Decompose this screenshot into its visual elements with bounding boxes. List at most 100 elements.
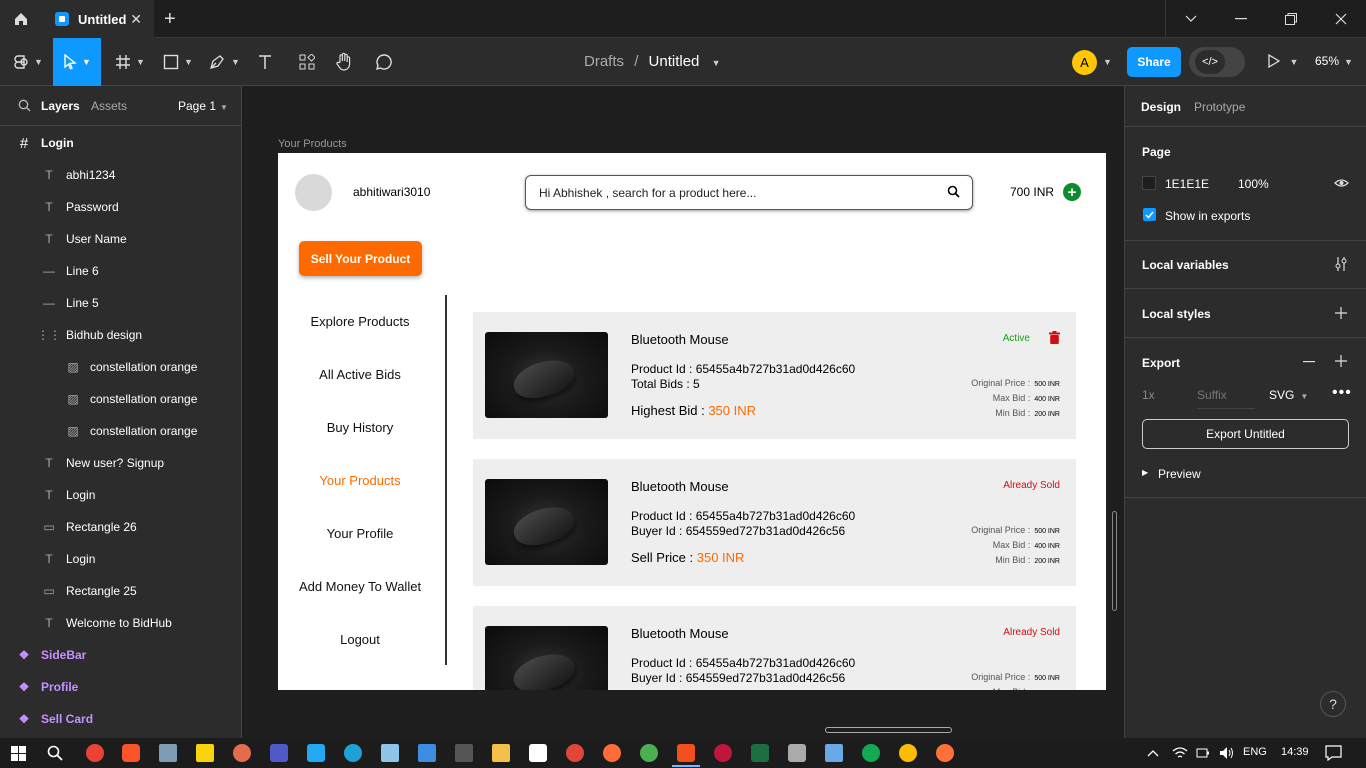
- vertical-scrollbar[interactable]: [1112, 511, 1117, 611]
- layer-item[interactable]: ⋮⋮ Bidhub design: [0, 319, 241, 351]
- terminal-icon[interactable]: [455, 744, 473, 762]
- page-color-value[interactable]: 1E1E1E: [1165, 177, 1209, 191]
- horizontal-scrollbar[interactable]: [825, 727, 952, 733]
- teams-icon[interactable]: [270, 744, 288, 762]
- layer-item[interactable]: ▭ Rectangle 26: [0, 511, 241, 543]
- product-card[interactable]: Bluetooth Mouse Product Id : 65455a4b727b…: [473, 459, 1076, 586]
- trash-icon[interactable]: [1049, 331, 1060, 344]
- plus-icon[interactable]: [1335, 355, 1347, 367]
- nav-item[interactable]: Logout: [278, 632, 442, 647]
- close-window-icon[interactable]: [1316, 0, 1366, 38]
- pen-tool[interactable]: ▼: [206, 38, 242, 86]
- eye-icon[interactable]: [1334, 178, 1349, 188]
- search-icon[interactable]: [947, 185, 960, 198]
- nav-item[interactable]: All Active Bids: [278, 367, 442, 382]
- present-button[interactable]: ▼: [1267, 53, 1298, 73]
- close-tab-icon[interactable]: ✕: [130, 11, 142, 28]
- more-options-icon[interactable]: •••: [1332, 384, 1352, 402]
- firefox-icon[interactable]: [936, 744, 954, 762]
- export-suffix-input[interactable]: Suffix: [1197, 388, 1255, 409]
- layer-item[interactable]: — Line 6: [0, 255, 241, 287]
- layer-item[interactable]: ❖ Sell Card: [0, 703, 241, 735]
- product-card[interactable]: Bluetooth Mouse Product Id : 65455a4b727b…: [473, 606, 1076, 690]
- chevron-right-icon[interactable]: ▶: [1142, 468, 1148, 477]
- folder-icon[interactable]: [492, 744, 510, 762]
- dev-mode-toggle[interactable]: </>: [1189, 47, 1245, 77]
- new-tab-button[interactable]: +: [164, 8, 176, 31]
- frame-label[interactable]: Your Products: [278, 138, 347, 150]
- share-button[interactable]: Share: [1127, 47, 1181, 77]
- layer-item[interactable]: Tabhi1234: [0, 159, 241, 191]
- layer-item[interactable]: ❖ SideBar: [0, 639, 241, 671]
- tab-layers[interactable]: Layers: [41, 99, 80, 113]
- show-in-exports-checkbox[interactable]: [1143, 208, 1156, 221]
- search-icon[interactable]: [18, 99, 31, 112]
- volume-icon[interactable]: [1219, 746, 1235, 760]
- notion-icon[interactable]: [529, 744, 547, 762]
- layer-item[interactable]: T Welcome to BidHub: [0, 607, 241, 639]
- product-card[interactable]: Bluetooth Mouse Product Id : 65455a4b727b…: [473, 312, 1076, 439]
- zoom-level[interactable]: 65% ▼: [1315, 54, 1353, 68]
- nav-item[interactable]: Add Money To Wallet: [278, 579, 442, 594]
- page-opacity-value[interactable]: 100%: [1238, 177, 1269, 191]
- dev-icon[interactable]: [714, 744, 732, 762]
- layer-item[interactable]: ▨ constellation orange: [0, 383, 241, 415]
- notifications-icon[interactable]: [1325, 745, 1342, 761]
- layer-item[interactable]: T Login: [0, 543, 241, 575]
- layer-item[interactable]: T New user? Signup: [0, 447, 241, 479]
- help-button[interactable]: ?: [1320, 691, 1346, 717]
- vscode-icon[interactable]: [307, 744, 325, 762]
- page-selector[interactable]: Page 1 ▼: [178, 99, 228, 113]
- chevron-down-icon[interactable]: [1166, 0, 1216, 38]
- wifi-icon[interactable]: [1172, 746, 1188, 760]
- chevron-up-icon[interactable]: [1147, 749, 1159, 757]
- export-scale[interactable]: 1x: [1142, 388, 1155, 402]
- export-button[interactable]: Export Untitled: [1142, 419, 1349, 449]
- figma-icon[interactable]: [677, 744, 695, 762]
- layer-item[interactable]: ▨ constellation orange: [0, 351, 241, 383]
- minimize-icon[interactable]: [1216, 0, 1266, 38]
- tab-prototype[interactable]: Prototype: [1194, 100, 1245, 114]
- file-tab[interactable]: Untitled ✕: [41, 0, 154, 38]
- export-format-select[interactable]: SVG ▼: [1269, 388, 1308, 402]
- brave-icon[interactable]: [122, 744, 140, 762]
- tab-assets[interactable]: Assets: [91, 99, 127, 113]
- frame-tool[interactable]: ▼: [112, 38, 148, 86]
- breadcrumb[interactable]: Drafts / Untitled ▼: [584, 53, 720, 70]
- layer-item[interactable]: T Password: [0, 191, 241, 223]
- nav-item[interactable]: Explore Products: [278, 314, 442, 329]
- layer-item[interactable]: T Login: [0, 479, 241, 511]
- text-tool[interactable]: [254, 38, 276, 86]
- page-color-swatch[interactable]: [1142, 176, 1156, 190]
- layer-item[interactable]: ❖ Profile: [0, 671, 241, 703]
- todo-icon[interactable]: [788, 744, 806, 762]
- layer-item[interactable]: # Login: [0, 127, 241, 159]
- calculator-icon[interactable]: [825, 744, 843, 762]
- chevron-down-icon[interactable]: ▼: [712, 58, 721, 68]
- layer-item[interactable]: ▨ constellation orange: [0, 415, 241, 447]
- shape-tool[interactable]: ▼: [160, 38, 196, 86]
- chevron-down-icon[interactable]: ▼: [1103, 57, 1112, 67]
- nav-item[interactable]: Your Products: [278, 473, 442, 488]
- mongodb-icon[interactable]: [862, 744, 880, 762]
- move-tool[interactable]: ▼: [53, 38, 101, 86]
- charging-icon[interactable]: [1196, 746, 1210, 760]
- edge-icon[interactable]: [344, 744, 362, 762]
- user-avatar[interactable]: A: [1072, 50, 1097, 75]
- file-icon[interactable]: [159, 744, 177, 762]
- add-money-icon[interactable]: +: [1063, 183, 1081, 201]
- variables-icon[interactable]: [1334, 256, 1348, 272]
- product-search-input[interactable]: Hi Abhishek , search for a product here.…: [525, 175, 973, 210]
- canvas[interactable]: Your Products abhitiwari3010 Hi Abhishek…: [242, 86, 1124, 738]
- your-products-frame[interactable]: abhitiwari3010 Hi Abhishek , search for …: [278, 153, 1106, 690]
- layer-item[interactable]: — Line 5: [0, 287, 241, 319]
- notes-icon[interactable]: [196, 744, 214, 762]
- chrome-icon[interactable]: [899, 744, 917, 762]
- clock[interactable]: 14:39: [1281, 746, 1309, 758]
- preview-toggle[interactable]: Preview: [1158, 467, 1201, 481]
- sell-product-button[interactable]: Sell Your Product: [299, 241, 422, 276]
- hand-tool[interactable]: [333, 38, 355, 86]
- postman-icon[interactable]: [603, 744, 621, 762]
- home-icon[interactable]: [0, 0, 41, 38]
- resources-tool[interactable]: [296, 38, 318, 86]
